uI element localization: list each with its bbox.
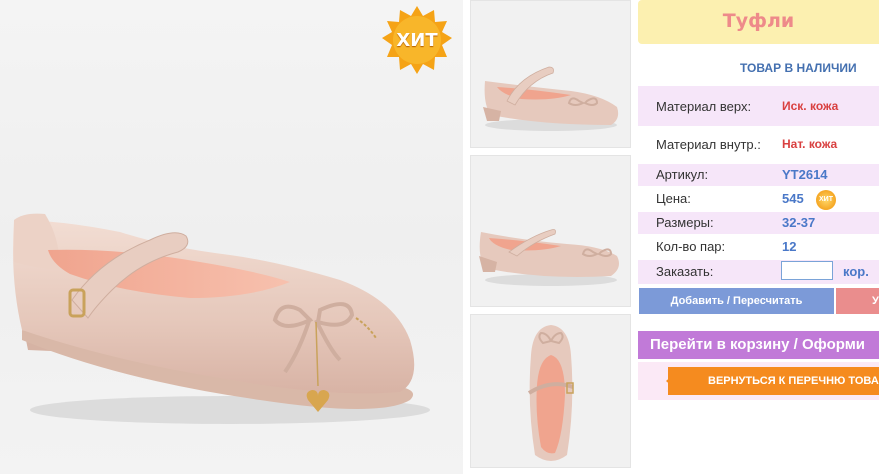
price-label: Цена: <box>656 191 691 206</box>
article-label: Артикул: <box>656 167 709 182</box>
delete-button[interactable]: У <box>836 288 879 314</box>
stock-status-text: ТОВАР В НАЛИЧИИ <box>740 61 857 75</box>
product-info-panel: Туфли ТОВАР В НАЛИЧИИ Материал верх: Иск… <box>638 0 879 474</box>
pairs-value: 12 <box>782 239 797 254</box>
shoe-thumbnail-3 <box>527 325 574 461</box>
stock-status: ТОВАР В НАЛИЧИИ <box>638 58 879 78</box>
mini-hit-icon: ХИТ <box>816 190 836 210</box>
sizes-row: Размеры: 32-37 <box>638 212 879 234</box>
material-top-row: Материал верх: Иск. кожа <box>638 86 879 126</box>
main-product-photo[interactable]: ХИТ <box>0 0 463 474</box>
material-top-label: Материал верх: <box>656 99 752 114</box>
material-top-value: Иск. кожа <box>782 99 839 113</box>
page-title: Туфли <box>722 10 795 32</box>
pairs-row: Кол-во пар: 12 <box>638 236 879 258</box>
hit-badge-label: ХИТ <box>396 30 438 51</box>
order-quantity-input[interactable] <box>781 261 833 280</box>
article-row: Артикул: YT2614 <box>638 164 879 186</box>
thumbnail-side-view[interactable] <box>470 0 631 148</box>
shoe-thumbnail-1 <box>483 66 619 131</box>
pairs-label: Кол-во пар: <box>656 239 726 254</box>
thumbnail-side-view-2[interactable] <box>470 155 631 307</box>
add-recalculate-button[interactable]: Добавить / Пересчитать <box>639 288 834 314</box>
price-row: Цена: 545 ХИТ <box>638 188 879 210</box>
material-inner-value: Нат. кожа <box>782 137 838 151</box>
back-arrow-icon <box>666 367 682 395</box>
sizes-label: Размеры: <box>656 215 714 230</box>
shoe-thumbnail-2 <box>479 229 619 286</box>
back-to-list-button[interactable]: ВЕРНУТЬСЯ К ПЕРЕЧНЮ ТОВА <box>668 367 879 395</box>
material-inner-label: Материал внутр.: <box>656 137 761 152</box>
thumbnail-top-view[interactable] <box>470 314 631 468</box>
order-label: Заказать: <box>656 264 714 279</box>
order-row: Заказать: кор. <box>638 260 879 284</box>
order-unit: кор. <box>843 264 869 279</box>
hit-badge: ХИТ <box>380 4 454 78</box>
material-inner-row: Материал внутр.: Нат. кожа <box>638 126 879 162</box>
price-value: 545 <box>782 191 804 206</box>
go-to-cart-button[interactable]: Перейти в корзину / Оформи <box>638 331 879 359</box>
title-box: Туфли <box>638 0 879 44</box>
sizes-value: 32-37 <box>782 215 816 230</box>
article-value: YT2614 <box>782 167 828 182</box>
